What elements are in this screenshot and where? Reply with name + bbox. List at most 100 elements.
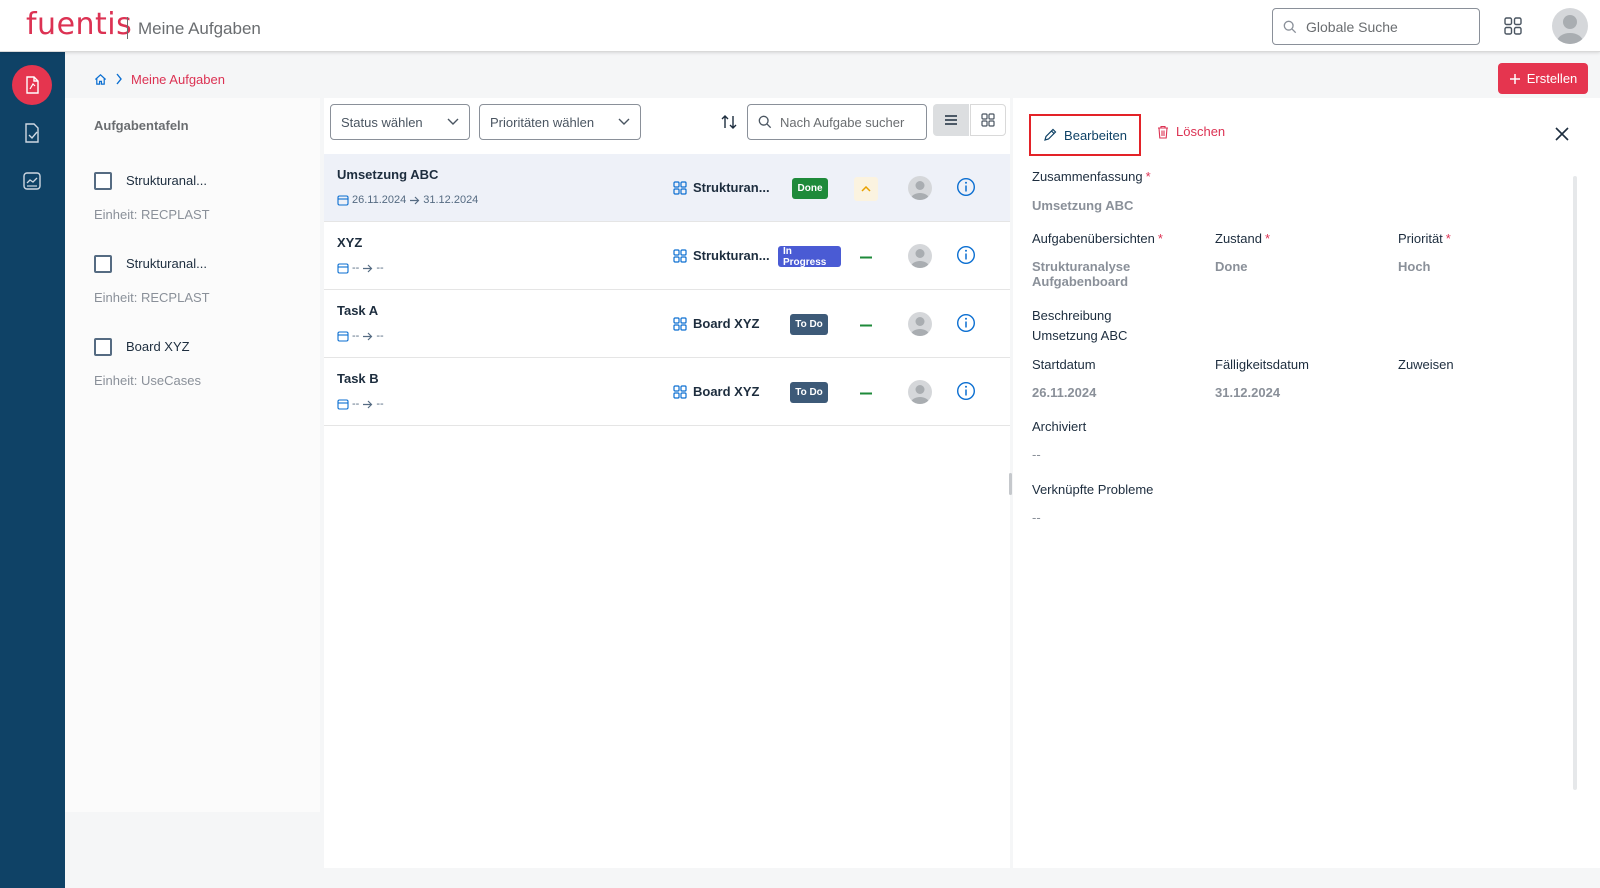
task-board: Strukturan... <box>673 248 770 263</box>
chevron-down-icon <box>618 118 630 125</box>
user-avatar[interactable] <box>1552 8 1588 44</box>
user-icon <box>1557 15 1583 44</box>
task-row[interactable]: XYZ -- -- Strukturan... In Progress <box>324 222 1010 290</box>
board-icon <box>673 248 687 263</box>
assignee-avatar[interactable] <box>908 312 932 336</box>
board-checkbox[interactable] <box>94 255 112 273</box>
board-checkbox[interactable] <box>94 338 112 356</box>
nav-boards[interactable] <box>12 161 52 201</box>
user-icon <box>911 317 929 336</box>
chevron-right-icon <box>116 73 122 85</box>
boards-title: Aufgabentafeln <box>94 118 189 133</box>
task-list-panel: Status wählen Prioritäten wählen Nach Au… <box>324 98 1010 868</box>
archived-label: Archiviert <box>1032 419 1087 434</box>
board-name: Strukturanal... <box>126 256 207 271</box>
top-bar: fuentis Meine Aufgaben Globale Suche <box>0 0 1600 52</box>
board-chart-icon <box>23 172 41 190</box>
app-title: Meine Aufgaben <box>138 19 261 38</box>
fuentis-logo[interactable]: fuentis <box>26 7 132 42</box>
assignee-avatar[interactable] <box>908 244 932 268</box>
task-title: XYZ <box>337 235 363 250</box>
search-icon <box>758 115 772 129</box>
delete-button-label: Löschen <box>1176 124 1226 139</box>
board-unit: Einheit: RECPLAST <box>94 290 210 305</box>
title-separator <box>127 17 128 39</box>
bottom-strip <box>65 868 1600 888</box>
start-date-label: Startdatum <box>1032 357 1096 372</box>
task-end-date: -- <box>376 330 384 342</box>
task-board-name: Board XYZ <box>693 316 760 331</box>
priority-filter-label: Prioritäten wählen <box>490 114 595 130</box>
arrow-right-icon <box>363 400 373 408</box>
calendar-icon <box>337 195 349 206</box>
nav-my-tasks[interactable] <box>12 65 52 105</box>
status-badge: In Progress <box>778 246 841 268</box>
close-icon[interactable] <box>1552 124 1572 144</box>
task-board: Board XYZ <box>673 316 759 331</box>
description-label: Beschreibung <box>1032 308 1112 323</box>
task-end-date: -- <box>376 262 384 274</box>
calendar-icon <box>337 331 349 342</box>
summary-label: Zusammenfassung * <box>1032 169 1151 184</box>
home-icon[interactable] <box>94 73 107 86</box>
info-icon[interactable] <box>956 381 976 401</box>
grid-view-toggle[interactable] <box>970 104 1006 136</box>
linked-problems-value: -- <box>1032 510 1041 525</box>
panel-resize-handle[interactable] <box>1009 473 1012 495</box>
task-board-name: Strukturan... <box>693 248 770 263</box>
nav-rail <box>0 52 65 888</box>
task-dates: -- -- <box>337 398 384 410</box>
info-icon[interactable] <box>956 313 976 333</box>
task-dates: -- -- <box>337 330 384 342</box>
task-title: Task B <box>337 371 379 386</box>
description-value: Umsetzung ABC <box>1032 328 1128 343</box>
task-row[interactable]: Umsetzung ABC 26.11.2024 31.12.2024 Stru… <box>324 154 1010 222</box>
task-dates: 26.11.2024 31.12.2024 <box>337 194 478 206</box>
global-search-placeholder: Globale Suche <box>1306 19 1398 35</box>
task-start-date: -- <box>352 398 360 410</box>
assignee-avatar[interactable] <box>908 380 932 404</box>
task-detail-panel: Bearbeiten Löschen Zusammenfassung * Umse… <box>1013 98 1600 868</box>
arrow-right-icon <box>410 196 420 204</box>
archived-value: -- <box>1032 447 1041 462</box>
linked-problems-label: Verknüpfte Probleme <box>1032 482 1154 497</box>
task-document-icon <box>26 76 39 94</box>
edit-button[interactable]: Bearbeiten <box>1029 114 1141 156</box>
nav-documents[interactable] <box>12 113 52 153</box>
info-icon[interactable] <box>956 245 976 265</box>
calendar-icon <box>337 263 349 274</box>
delete-button[interactable]: Löschen <box>1157 124 1225 139</box>
global-search-input[interactable]: Globale Suche <box>1272 8 1480 45</box>
status-badge: Done <box>792 178 828 199</box>
task-row[interactable]: Task A -- -- Board XYZ To Do <box>324 290 1010 358</box>
task-end-date: 31.12.2024 <box>423 194 479 206</box>
start-date-value: 26.11.2024 <box>1032 385 1097 400</box>
priority-value: Hoch <box>1398 259 1431 274</box>
task-search-input[interactable]: Nach Aufgabe sucher <box>747 104 927 140</box>
task-board: Strukturan... <box>673 180 770 195</box>
task-board-name: Strukturan... <box>693 180 770 195</box>
assignee-avatar[interactable] <box>908 176 932 200</box>
status-filter-label: Status wählen <box>341 114 423 130</box>
calendar-icon <box>337 399 349 410</box>
list-view-toggle[interactable] <box>933 104 969 136</box>
task-start-date: -- <box>352 330 360 342</box>
info-icon[interactable] <box>956 177 976 197</box>
state-label: Zustand * <box>1215 231 1271 246</box>
trash-icon <box>1158 125 1168 139</box>
board-checkbox[interactable] <box>94 172 112 190</box>
app-grid-icon[interactable] <box>1504 17 1522 35</box>
user-icon <box>911 385 929 404</box>
priority-high-icon <box>854 177 878 201</box>
task-row[interactable]: Task B -- -- Board XYZ To Do <box>324 358 1010 426</box>
detail-scrollbar[interactable] <box>1573 176 1577 790</box>
create-button[interactable]: Erstellen <box>1498 63 1588 94</box>
sort-icon[interactable] <box>720 113 738 131</box>
board-name: Board XYZ <box>126 339 190 354</box>
overview-label: Aufgabenübersichten * <box>1032 231 1163 246</box>
priority-filter-select[interactable]: Prioritäten wählen <box>479 104 641 140</box>
breadcrumb-current[interactable]: Meine Aufgaben <box>131 72 225 87</box>
status-filter-select[interactable]: Status wählen <box>330 104 470 140</box>
overview-value: Strukturanalyse Aufgabenboard <box>1032 259 1131 289</box>
task-title: Task A <box>337 303 379 318</box>
